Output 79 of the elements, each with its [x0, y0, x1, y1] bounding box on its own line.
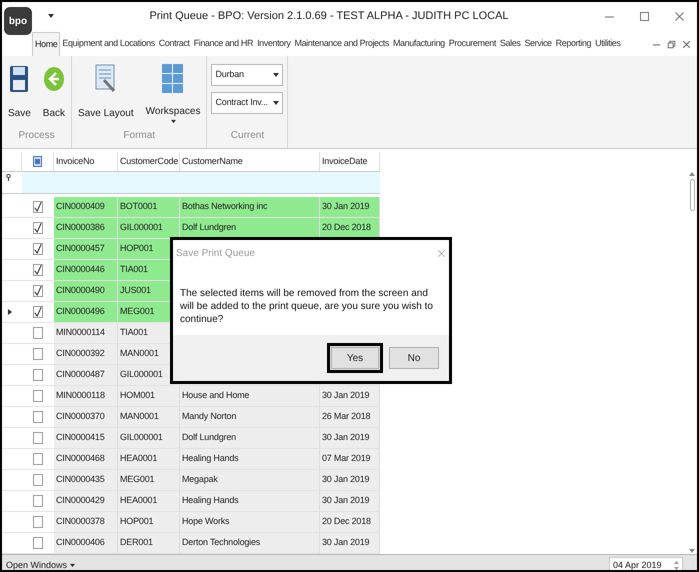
table-cell: CIN0000415 [54, 428, 118, 448]
group-label: Current [230, 129, 266, 143]
dialog-message: The selected items will be removed from the screen and will be added to the print queue, are you sure you wish to continue? [179, 287, 434, 326]
ribbon-tab[interactable]: Maintenance and Projects [292, 32, 391, 56]
table-cell: CIN0000457 [54, 239, 118, 259]
ribbon-tab[interactable]: Utilities [593, 32, 622, 56]
ribbon-tab[interactable]: Manufacturing [390, 32, 447, 56]
table-cell: Dolf Lundgren [180, 218, 320, 238]
table-cell: Bothas Networking inc [180, 197, 320, 217]
table-cell: CIN0000429 [54, 491, 118, 511]
date-field[interactable]: 04 Apr 2019 [609, 556, 683, 570]
ribbon-tab[interactable]: Sales [498, 32, 522, 56]
column-header[interactable]: CustomerName [180, 152, 320, 171]
table-cell: GIL000001 [118, 428, 180, 448]
table-cell: HEA0001 [118, 491, 180, 511]
table-cell: CIN0000487 [54, 365, 118, 385]
table-cell: Hope Works [180, 512, 320, 532]
back-button[interactable]: Back [38, 60, 70, 124]
ribbon-tab[interactable]: Service [522, 32, 554, 56]
table-cell: 30 Jan 2019 [320, 491, 380, 511]
table-cell: CIN0000378 [54, 512, 118, 532]
table-cell: DER001 [118, 533, 180, 553]
table-cell: MEG001 [118, 470, 180, 490]
window-title: Print Queue - BPO: Version 2.1.0.69 - TEST ALPHA - JUDITH PC LOCAL [148, 8, 510, 24]
group-label: Process [17, 129, 56, 143]
table-cell: GIL000001 [118, 218, 180, 238]
table-cell: 20 Dec 2018 [320, 512, 380, 532]
workspaces-button[interactable]: Workspaces [142, 60, 204, 124]
table-cell: House and Home [180, 386, 320, 406]
ribbon-tab[interactable]: Finance and HR [192, 32, 256, 56]
table-cell: Derton Technologies [180, 533, 320, 553]
ribbon-tab[interactable]: Home [32, 32, 60, 56]
table-cell: CIN0000490 [54, 281, 118, 301]
table-cell: MIN0000114 [54, 323, 118, 343]
ribbon-tab[interactable]: Inventory [255, 32, 292, 56]
group-label: Format [122, 129, 156, 143]
table-cell: 30 Jan 2019 [320, 386, 380, 406]
table-cell: 30 Jan 2019 [320, 428, 380, 448]
column-header[interactable]: CustomerCode [118, 152, 180, 171]
table-cell: Megapak [180, 470, 320, 490]
ribbon-tab[interactable]: Procurement [446, 32, 498, 56]
table-cell: MAN0001 [118, 407, 180, 427]
table-cell: CIN0000409 [54, 197, 118, 217]
table-cell: CIN0000446 [54, 260, 118, 280]
table-cell: HOP001 [118, 512, 180, 532]
table-cell: Healing Hands [180, 449, 320, 469]
table-cell: CIN0000392 [54, 344, 118, 364]
table-cell: CIN0000496 [54, 302, 118, 322]
table-cell: 30 Jan 2019 [320, 533, 380, 553]
table-cell: BOT0001 [118, 197, 180, 217]
table-cell: 07 Mar 2019 [320, 449, 380, 469]
table-cell: CIN0000370 [54, 407, 118, 427]
dialog-button[interactable]: No [389, 347, 439, 369]
location-dropdown[interactable]: Contract Inv... [211, 92, 284, 114]
table-cell: Healing Hands [180, 491, 320, 511]
table-cell: Mandy Norton [180, 407, 320, 427]
table-cell: HEA0001 [118, 449, 180, 469]
table-cell: CIN0000468 [54, 449, 118, 469]
column-header[interactable]: InvoiceNo [54, 152, 118, 171]
ribbon-tab[interactable]: Equipment and Locations [60, 32, 157, 56]
ribbon-tab[interactable]: Reporting [554, 32, 594, 56]
dialog-button[interactable]: Yes [327, 343, 383, 373]
table-cell: 26 Mar 2018 [320, 407, 380, 427]
location-dropdown[interactable]: Durban [211, 64, 284, 86]
open-windows-button[interactable]: Open Windows [6, 558, 76, 570]
ribbon-tab[interactable]: Contract [156, 32, 192, 56]
table-cell: 20 Dec 2018 [320, 218, 380, 238]
layout-button[interactable]: Save Layout [74, 60, 138, 124]
column-header[interactable]: InvoiceDate [320, 152, 380, 171]
logo[interactable]: bpo [4, 7, 32, 35]
table-cell: MIN0000118 [54, 386, 118, 406]
table-cell: CIN0000386 [54, 218, 118, 238]
table-cell: Dolf Lundgren [180, 428, 320, 448]
table-cell: CIN0000406 [54, 533, 118, 553]
table-cell: 30 Jan 2019 [320, 470, 380, 490]
table-cell: 30 Jan 2019 [320, 197, 380, 217]
table-cell: CIN0000435 [54, 470, 118, 490]
table-cell: HOM001 [118, 386, 180, 406]
save-button[interactable]: Save [4, 60, 35, 124]
